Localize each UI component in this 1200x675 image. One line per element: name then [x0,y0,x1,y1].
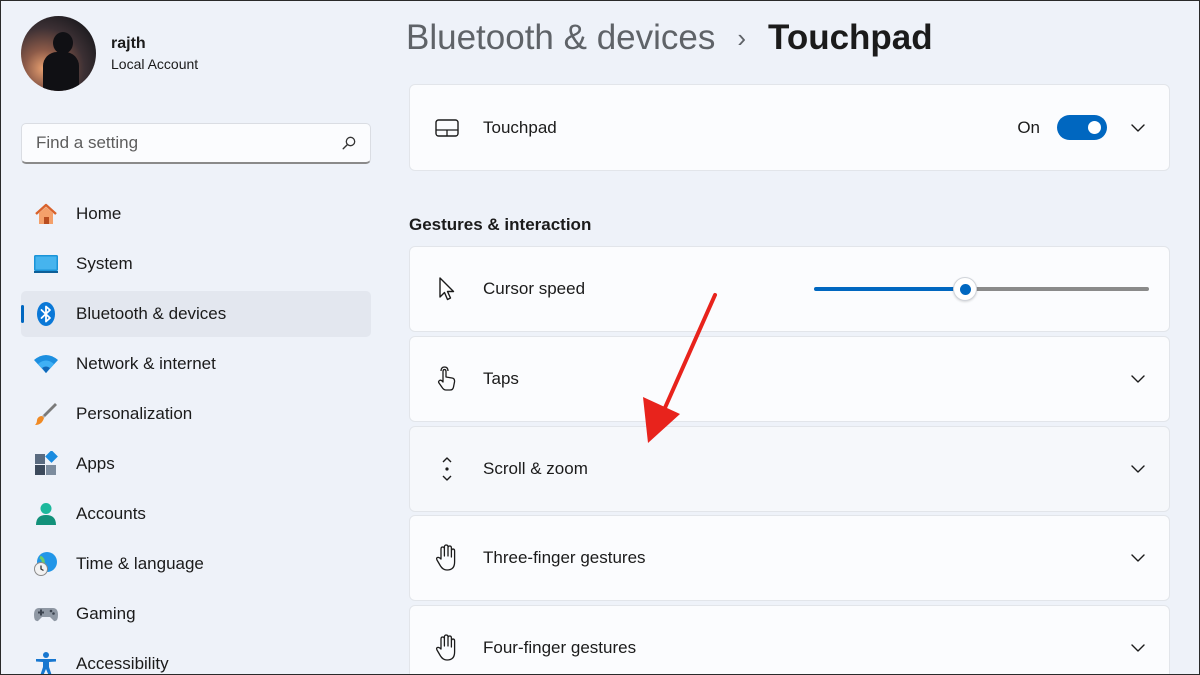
sidebar-item-gaming[interactable]: Gaming [21,591,371,637]
apps-icon [33,451,59,477]
sidebar-item-apps[interactable]: Apps [21,441,371,487]
chevron-down-icon[interactable] [1129,370,1147,388]
sidebar-item-bluetooth[interactable]: Bluetooth & devices [21,291,371,337]
touchpad-icon [432,113,462,143]
three-finger-gestures-card[interactable]: Three-finger gestures [409,515,1170,601]
sidebar-item-accounts[interactable]: Accounts [21,491,371,537]
three-finger-gestures-label: Three-finger gestures [483,548,646,567]
chevron-down-icon[interactable] [1129,639,1147,657]
sidebar-item-home[interactable]: Home [21,191,371,237]
home-icon [33,201,59,227]
wifi-icon [33,351,59,377]
search-icon[interactable] [342,136,356,150]
hand-icon [432,543,462,573]
avatar[interactable] [21,16,96,91]
bluetooth-icon [33,301,59,327]
sidebar-item-label: Time & language [76,554,204,573]
section-title: Gestures & interaction [409,215,592,234]
user-profile[interactable]: rajth Local Account [21,16,198,91]
sidebar-item-time-language[interactable]: Time & language [21,541,371,587]
search-input[interactable]: Find a setting [21,123,371,164]
sidebar-item-label: Apps [76,454,115,473]
sidebar-item-label: Accounts [76,504,146,523]
sidebar-item-label: Home [76,204,122,223]
breadcrumb: Bluetooth & devices › Touchpad [406,18,933,58]
four-finger-gestures-label: Four-finger gestures [483,638,637,657]
profile-name: rajth [111,34,146,52]
sidebar-item-label: System [76,254,133,273]
toggle-state-label: On [1017,117,1040,137]
slider-track-fill [814,287,965,291]
accessibility-icon [33,651,59,675]
four-finger-gestures-card[interactable]: Four-finger gestures [409,605,1170,675]
sidebar-item-personalization[interactable]: Personalization [21,391,371,437]
breadcrumb-parent[interactable]: Bluetooth & devices [406,18,715,58]
tap-icon [432,364,462,394]
sidebar-item-label: Personalization [76,404,193,423]
touchpad-card[interactable]: Touchpad On [409,84,1170,171]
scroll-icon [432,454,462,484]
accounts-icon [33,501,59,527]
scroll-zoom-label: Scroll & zoom [483,459,588,478]
scroll-zoom-card[interactable]: Scroll & zoom [409,426,1170,512]
sidebar-item-label: Bluetooth & devices [76,304,227,323]
sidebar-item-label: Accessibility [76,654,169,673]
touchpad-toggle[interactable] [1057,115,1107,140]
chevron-down-icon[interactable] [1129,460,1147,478]
gamepad-icon [33,601,59,627]
taps-label: Taps [483,369,519,388]
touchpad-label: Touchpad [483,117,557,137]
sidebar-item-label: Gaming [76,604,136,623]
sidebar-item-network[interactable]: Network & internet [21,341,371,387]
sidebar-item-accessibility[interactable]: Accessibility [21,641,371,675]
taps-card[interactable]: Taps [409,336,1170,422]
hand-icon [432,633,462,663]
page-title: Touchpad [768,18,933,57]
breadcrumb-separator: › [737,22,747,53]
system-icon [33,251,59,277]
sidebar-item-system[interactable]: System [21,241,371,287]
slider-thumb[interactable] [953,277,977,301]
slider-track [965,287,1149,291]
chevron-down-icon[interactable] [1129,549,1147,567]
sidebar-item-label: Network & internet [76,354,216,373]
cursor-icon [432,274,462,304]
chevron-down-icon[interactable] [1129,119,1147,137]
search-placeholder: Find a setting [36,133,139,152]
brush-icon [33,401,59,427]
sidebar: rajth Local Account Find a setting Home … [0,0,390,675]
time-language-icon [33,551,59,577]
profile-account-type: Local Account [111,55,199,72]
sidebar-nav: Home System Bluetooth & devices Network … [21,191,371,675]
cursor-speed-slider[interactable] [814,277,1149,301]
